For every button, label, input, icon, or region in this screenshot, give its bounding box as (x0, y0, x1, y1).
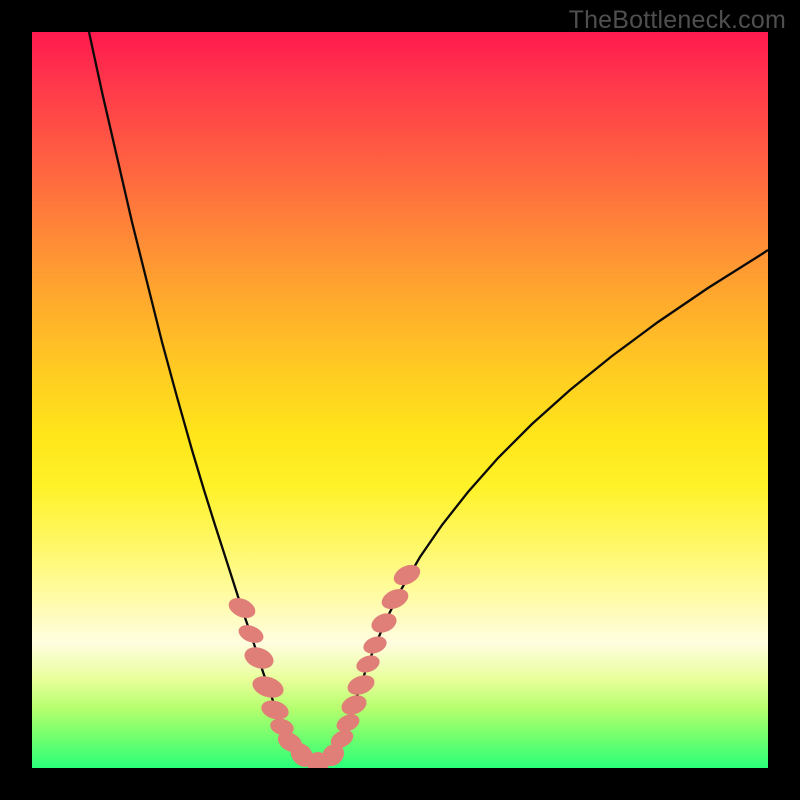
watermark-text: TheBottleneck.com (569, 6, 786, 35)
bead-right-8 (369, 610, 400, 636)
bead-right-4 (339, 692, 370, 718)
bead-right-10 (390, 561, 423, 589)
bead-left-1 (236, 622, 266, 647)
bead-right-6 (354, 652, 382, 675)
bead-right-5 (345, 672, 378, 699)
curve-left (89, 32, 319, 764)
bead-right-9 (379, 585, 412, 613)
bead-left-3 (250, 673, 287, 702)
bead-left-0 (226, 594, 259, 622)
curve-right (319, 250, 768, 764)
chart-svg (32, 32, 768, 768)
bead-right-7 (361, 633, 389, 656)
bead-left-4 (259, 697, 291, 722)
plot-area (32, 32, 768, 768)
outer-frame: TheBottleneck.com (0, 0, 800, 800)
bead-cluster (226, 561, 424, 768)
bead-left-2 (241, 643, 276, 672)
